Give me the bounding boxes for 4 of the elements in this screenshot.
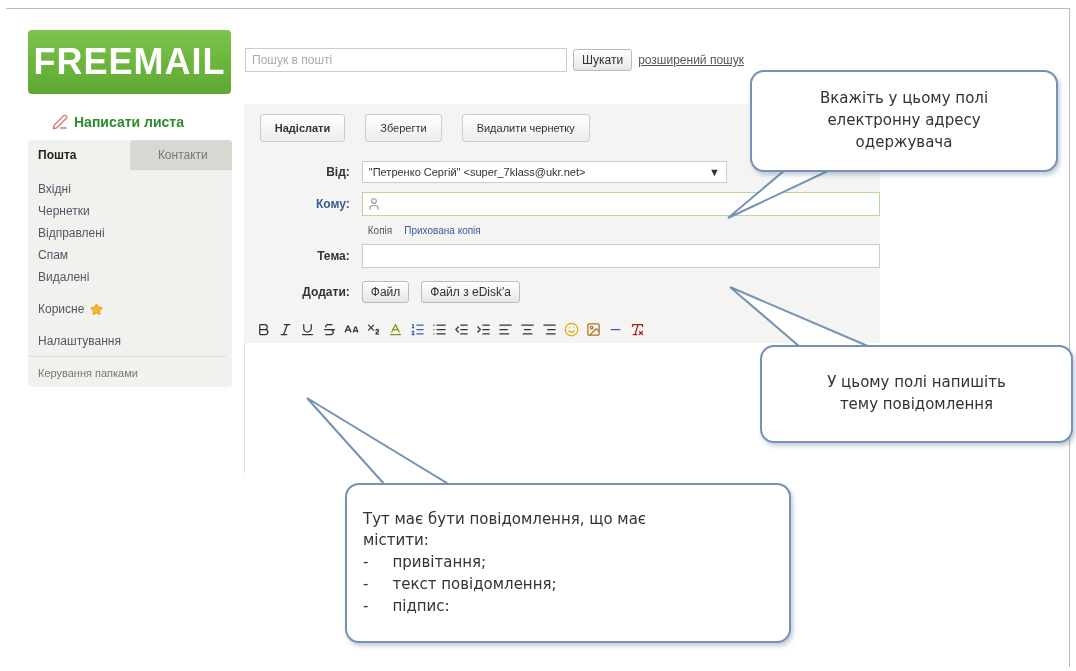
logo: FREEMAIL (28, 30, 231, 94)
subject-label: Тема: (316, 249, 351, 263)
attach-label: Додати: (301, 285, 351, 299)
from-label: Від: (325, 165, 351, 179)
